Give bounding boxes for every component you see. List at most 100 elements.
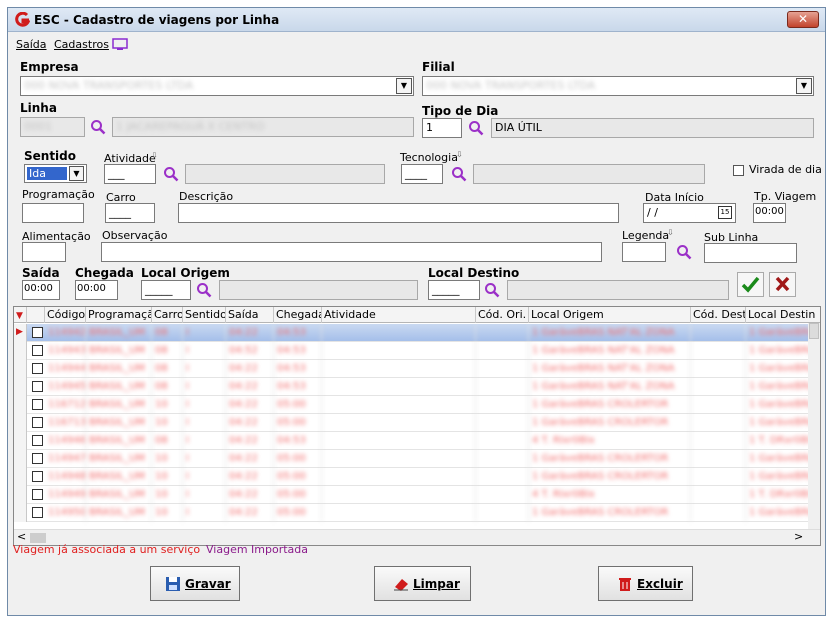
observacao-input[interactable] (101, 242, 602, 262)
col-cod-dest[interactable]: Cód. Dest. (691, 307, 746, 323)
table-cell (691, 324, 746, 342)
legenda-input[interactable] (622, 242, 666, 262)
table-row[interactable]: 114947 BRASIL_UM 10 I 04:22 05:00 1 GaràveBRAS… (14, 450, 820, 468)
table-cell: 04:53 (274, 432, 322, 450)
col-atividade[interactable]: Atividade (322, 307, 476, 323)
sentido-select[interactable]: Ida ▼ (24, 164, 87, 183)
chegada-input[interactable]: 00:00 (75, 280, 118, 300)
col-local-destino[interactable]: Local Destin (746, 307, 820, 323)
virada-checkbox[interactable] (733, 165, 744, 176)
table-row[interactable]: 114945 BRASIL_UM 08 I 04:22 04:53 1 GaràveBRAS… (14, 378, 820, 396)
search-icon[interactable] (468, 120, 484, 136)
row-checkbox[interactable] (32, 327, 43, 338)
tp-viagem-input[interactable]: 00:00 (753, 203, 786, 223)
table-cell (322, 324, 476, 342)
table-row[interactable]: 114946 BRASIL_UM 08 I 04:22 04:53 4 T. RIxr0BI… (14, 432, 820, 450)
table-row[interactable]: 116712 BRASIL_UM 10 I 04:22 05:00 1 GaràveBRAS… (14, 396, 820, 414)
table-cell: I (183, 324, 226, 342)
table-row[interactable]: 114948 BRASIL_UM 10 I 04:22 05:00 1 GaràveBRAS… (14, 468, 820, 486)
row-indicator (14, 504, 27, 522)
scroll-thumb[interactable] (30, 533, 46, 543)
col-sentido[interactable]: Sentido (183, 307, 226, 323)
row-checkbox[interactable] (32, 363, 43, 374)
table-row[interactable]: 114950 BRASIL_UM 10 I 04:22 05:00 1 GaràveBRAS… (14, 504, 820, 522)
descricao-input[interactable] (178, 203, 619, 223)
chevron-down-icon[interactable]: ▼ (796, 78, 812, 94)
table-cell: 05:00 (274, 414, 322, 432)
saida-input[interactable]: 00:00 (22, 280, 60, 300)
search-icon[interactable] (196, 282, 212, 298)
chevron-left-icon[interactable]: < (17, 530, 26, 543)
programacao-input[interactable] (22, 203, 84, 223)
table-cell (691, 378, 746, 396)
sub-linha-input[interactable] (704, 243, 797, 263)
limpar-button[interactable]: Limpar (374, 566, 471, 601)
table-cell: 04:22 (226, 396, 274, 414)
search-icon[interactable] (676, 244, 692, 260)
table-row[interactable]: 114944 BRASIL_UM 08 I 04:22 04:53 1 GaràveBRAS… (14, 360, 820, 378)
menu-saida[interactable]: Saída (16, 38, 47, 51)
search-icon[interactable] (163, 166, 179, 182)
row-checkbox[interactable] (32, 435, 43, 446)
chevron-right-icon[interactable]: > (794, 530, 803, 543)
excluir-button[interactable]: Excluir (598, 566, 693, 601)
local-origem-input[interactable]: _____ (141, 280, 191, 300)
row-checkbox[interactable] (32, 507, 43, 518)
linha-code-input[interactable]: 0001 (20, 117, 85, 137)
row-indicator (14, 378, 27, 396)
table-cell: BRASIL_UM (86, 504, 152, 522)
alimentacao-input[interactable] (22, 242, 66, 262)
row-checkbox[interactable] (32, 345, 43, 356)
col-chegada[interactable]: Chegada (274, 307, 322, 323)
table-cell: I (183, 414, 226, 432)
filial-select[interactable]: 000 NOVA TRANSPORTES LTDA (422, 76, 814, 96)
row-checkbox[interactable] (32, 489, 43, 500)
col-saida[interactable]: Saída (226, 307, 274, 323)
col-cod-ori[interactable]: Cód. Ori. (476, 307, 529, 323)
gravar-button[interactable]: Gravar (150, 566, 240, 601)
table-cell (322, 342, 476, 360)
empresa-select[interactable]: 000 NOVA TRANSPORTES LTDA (20, 76, 414, 96)
carro-input[interactable]: ____ (105, 203, 155, 223)
table-row[interactable]: 114943 BRASIL_UM 08 I 04:52 04:53 1 GaràveBRAS… (14, 342, 820, 360)
table-cell: 08 (152, 360, 183, 378)
menu-cadastros[interactable]: Cadastros (54, 38, 109, 51)
table-row[interactable]: 114949 BRASIL_UM 10 I 04:22 05:00 4 T. RIxr0BI… (14, 486, 820, 504)
tecnologia-input[interactable]: ____ (401, 164, 443, 184)
check-icon (741, 276, 760, 293)
table-row[interactable]: ▶ 114942 BRASIL_UM 08 I 04:22 04:53 1 GaràveBRA… (14, 324, 820, 342)
table-cell: BRASIL_UM (86, 396, 152, 414)
vertical-scrollbar[interactable] (808, 323, 820, 529)
tipo-dia-code-input[interactable]: 1 (422, 118, 462, 138)
col-carro[interactable]: Carro (152, 307, 183, 323)
search-icon[interactable] (451, 166, 467, 182)
row-indicator (14, 486, 27, 504)
cancel-button[interactable] (769, 272, 796, 297)
search-icon[interactable] (90, 119, 106, 135)
calendar-icon[interactable]: 15 (718, 206, 732, 219)
main-window: ESC - Cadastro de viagens por Linha ✕ Sa… (7, 7, 826, 616)
table-row[interactable]: 116713 BRASIL_UM 10 I 04:22 05:00 1 GaràveBRAS… (14, 414, 820, 432)
row-checkbox[interactable] (32, 399, 43, 410)
confirm-button[interactable] (737, 272, 764, 297)
scroll-thumb[interactable] (809, 323, 819, 339)
menu-bar: Saída Cadastros (8, 34, 825, 54)
close-button[interactable]: ✕ (787, 11, 819, 28)
app-logo-icon (15, 12, 30, 27)
row-indicator (14, 396, 27, 414)
col-programacao[interactable]: Programação (86, 307, 152, 323)
local-destino-input[interactable]: _____ (428, 280, 480, 300)
table-cell: 05:00 (274, 468, 322, 486)
table-cell: I (183, 504, 226, 522)
row-checkbox[interactable] (32, 381, 43, 392)
row-checkbox[interactable] (32, 453, 43, 464)
monitor-icon[interactable] (112, 38, 128, 51)
row-checkbox[interactable] (32, 471, 43, 482)
row-checkbox[interactable] (32, 417, 43, 428)
search-icon[interactable] (484, 282, 500, 298)
chevron-down-icon[interactable]: ▼ (396, 78, 412, 94)
col-codigo[interactable]: Código (45, 307, 86, 323)
table-cell: 4 T. RIxr0BIx (529, 486, 691, 504)
col-local-origem[interactable]: Local Origem (529, 307, 691, 323)
atividade-input[interactable]: ___ (104, 164, 156, 184)
